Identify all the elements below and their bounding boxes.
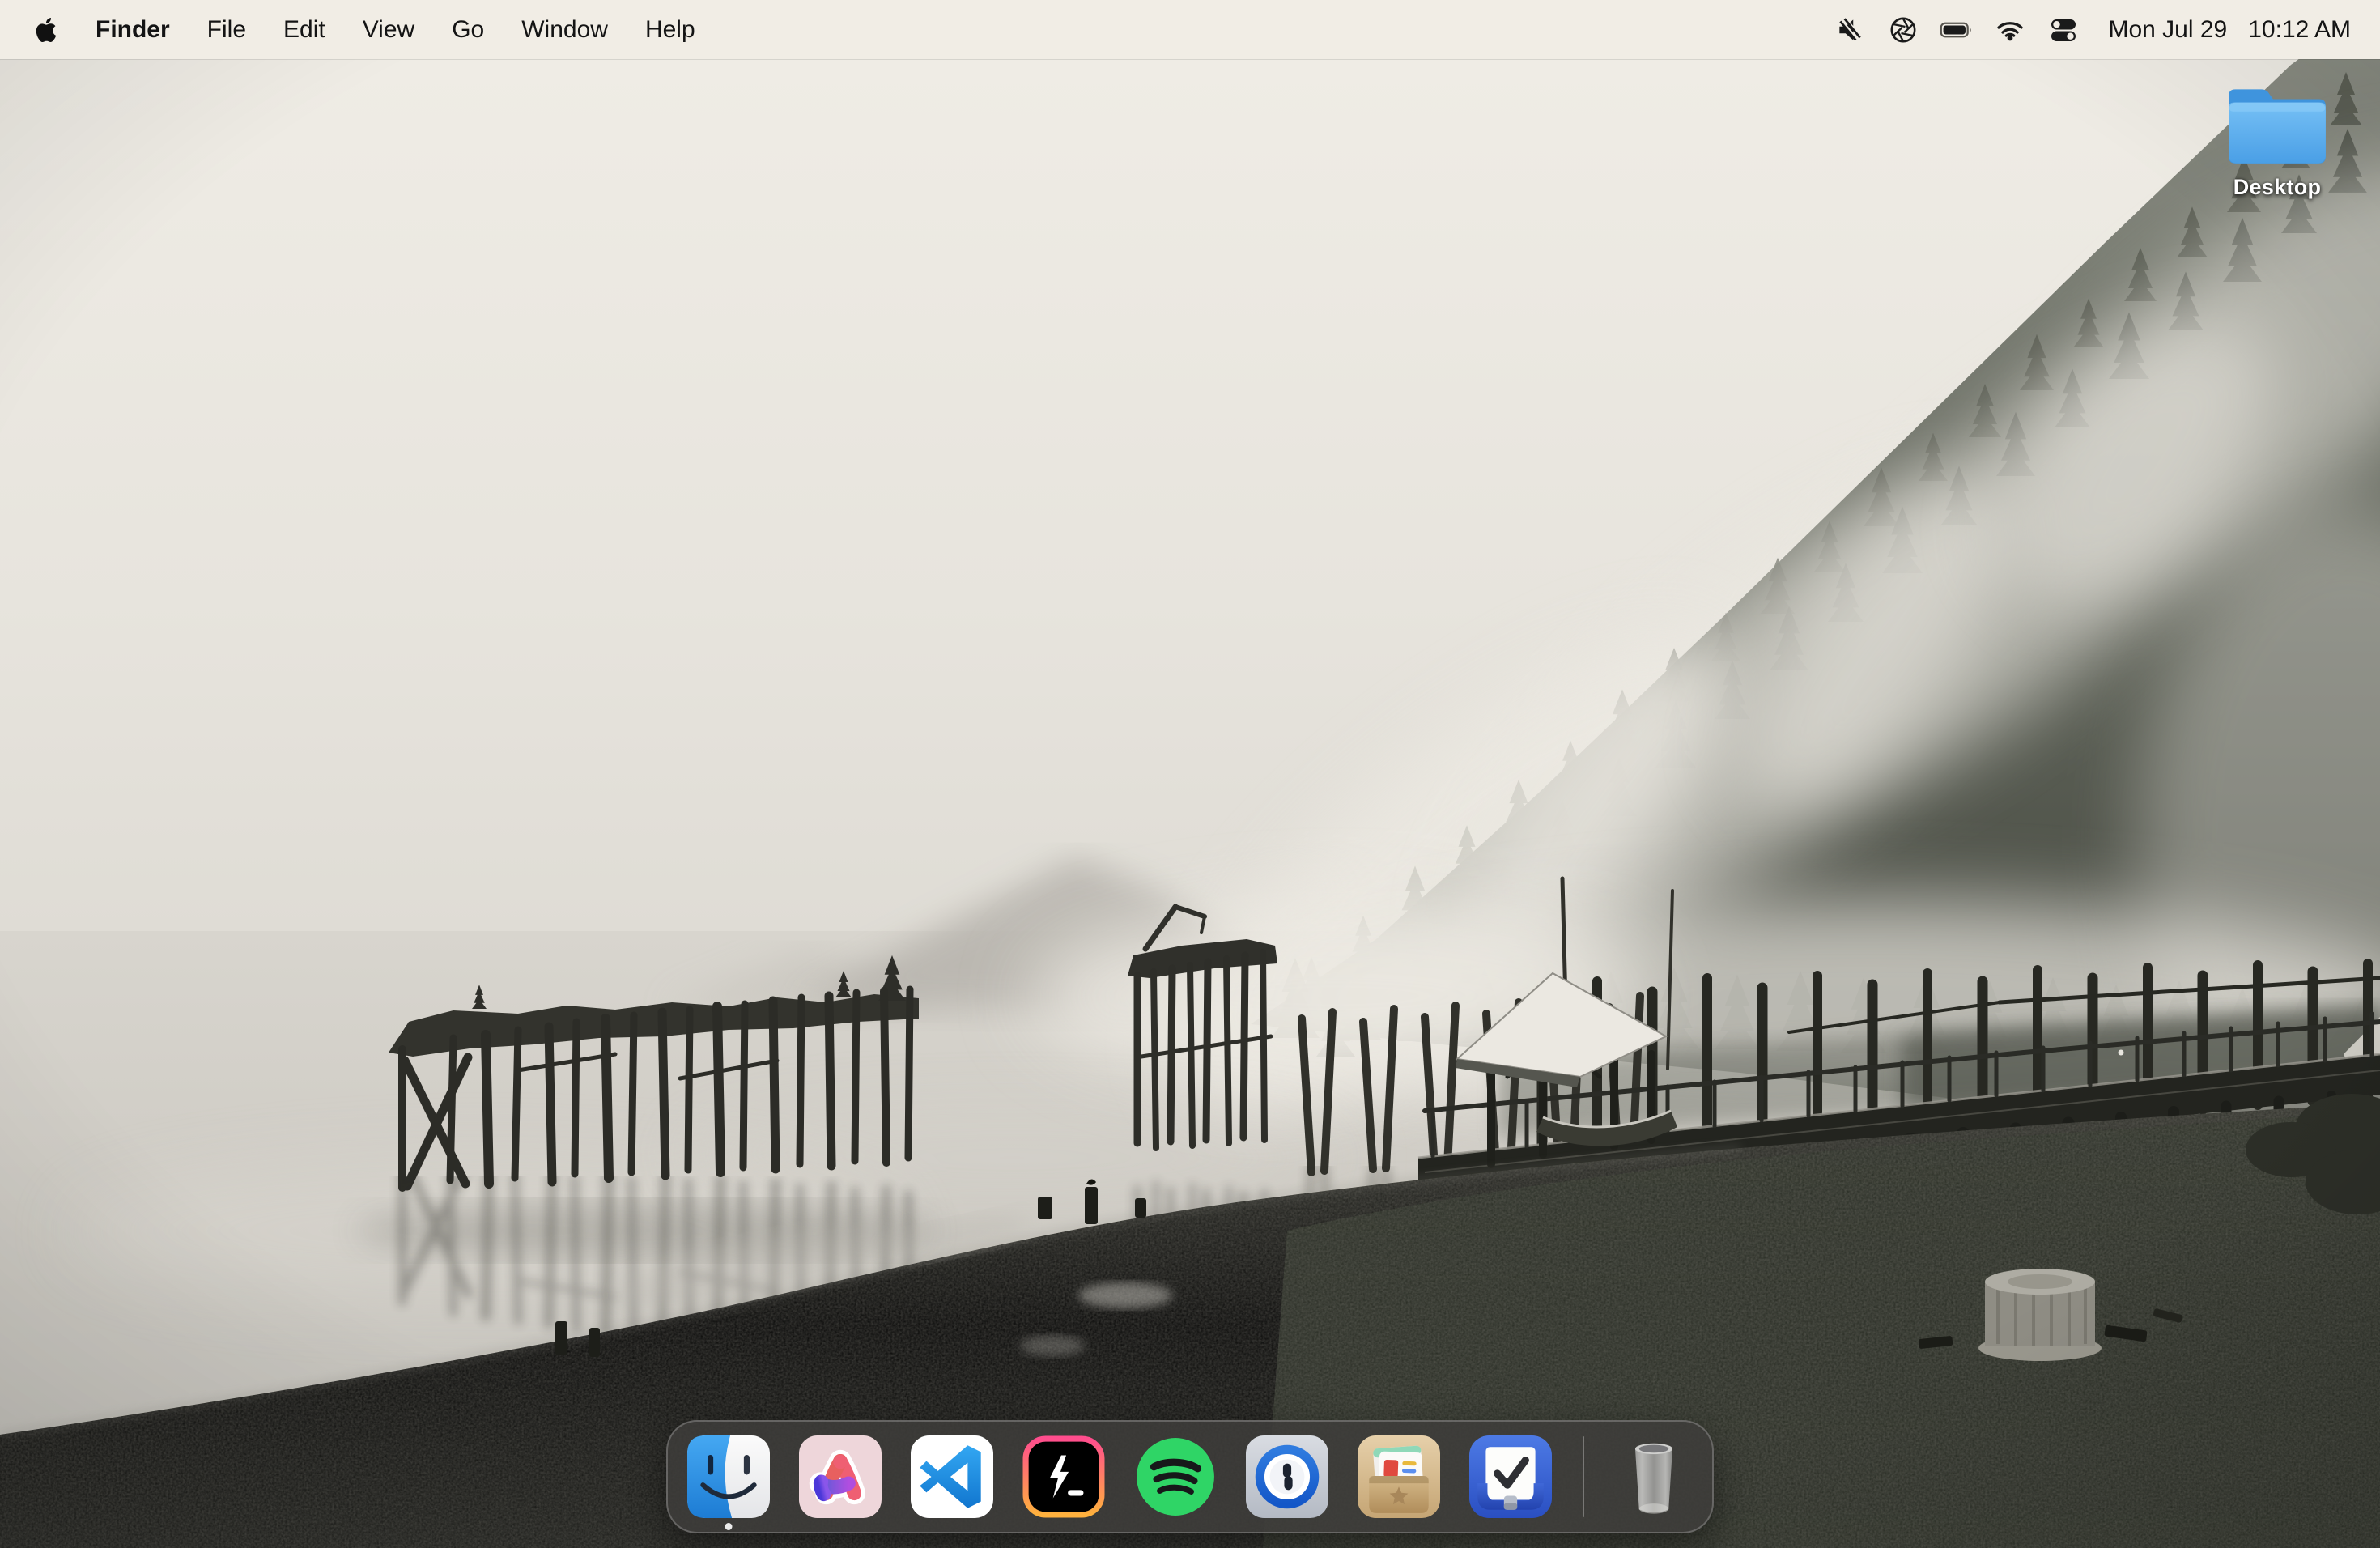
menu-bar-clock[interactable]: Mon Jul 29 10:12 AM [2108, 16, 2351, 44]
battery-icon[interactable] [1940, 13, 1974, 47]
trash-icon [1615, 1434, 1693, 1520]
menu-bar: Finder File Edit View Go Window Help [0, 0, 2380, 59]
menu-item-edit[interactable]: Edit [283, 0, 325, 59]
arc-browser-icon [799, 1435, 882, 1518]
menu-item-file[interactable]: File [207, 0, 246, 59]
menu-item-window[interactable]: Window [521, 0, 608, 59]
menu-item-finder[interactable]: Finder [96, 0, 170, 59]
dock-item-trash[interactable] [1615, 1434, 1693, 1520]
dock-item-warp[interactable] [1022, 1435, 1105, 1518]
menu-bar-status: Mon Jul 29 10:12 AM [1833, 13, 2351, 47]
dock-item-things[interactable] [1469, 1435, 1552, 1518]
vscode-icon [911, 1435, 993, 1518]
wallpaper-image [0, 0, 2380, 1548]
menu-item-help[interactable]: Help [645, 0, 695, 59]
dock-item-vscode[interactable] [911, 1435, 993, 1518]
mute-icon[interactable] [1833, 13, 1867, 47]
desktop: Finder File Edit View Go Window Help [0, 0, 2380, 1548]
aperture-icon[interactable] [1886, 13, 1920, 47]
spotify-icon [1134, 1435, 1217, 1518]
things-icon [1469, 1435, 1552, 1518]
dock [666, 1420, 1714, 1533]
dock-item-finder[interactable] [687, 1435, 770, 1518]
cardhop-icon [1358, 1435, 1440, 1518]
wifi-icon[interactable] [1993, 13, 2027, 47]
dock-item-arc[interactable] [799, 1435, 882, 1518]
apple-logo-icon [34, 15, 58, 45]
menu-bar-left: Finder File Edit View Go Window Help [34, 0, 695, 59]
running-indicator [725, 1523, 733, 1530]
finder-icon [687, 1435, 770, 1518]
desktop-folder-icon[interactable]: Desktop [2214, 79, 2340, 200]
dock-item-1password[interactable] [1246, 1435, 1328, 1518]
1password-icon [1246, 1435, 1328, 1518]
warp-terminal-icon [1022, 1435, 1105, 1518]
menu-item-view[interactable]: View [363, 0, 414, 59]
menu-item-go[interactable]: Go [452, 0, 484, 59]
clock-time: 10:12 AM [2248, 16, 2351, 44]
apple-menu[interactable] [34, 15, 58, 45]
dock-item-cardhop[interactable] [1358, 1435, 1440, 1518]
dock-separator [1583, 1436, 1584, 1517]
desktop-folder-label: Desktop [2233, 175, 2322, 200]
folder-icon [2224, 79, 2331, 170]
clock-date: Mon Jul 29 [2108, 16, 2227, 44]
control-center-icon[interactable] [2046, 13, 2080, 47]
dock-item-spotify[interactable] [1134, 1435, 1217, 1518]
